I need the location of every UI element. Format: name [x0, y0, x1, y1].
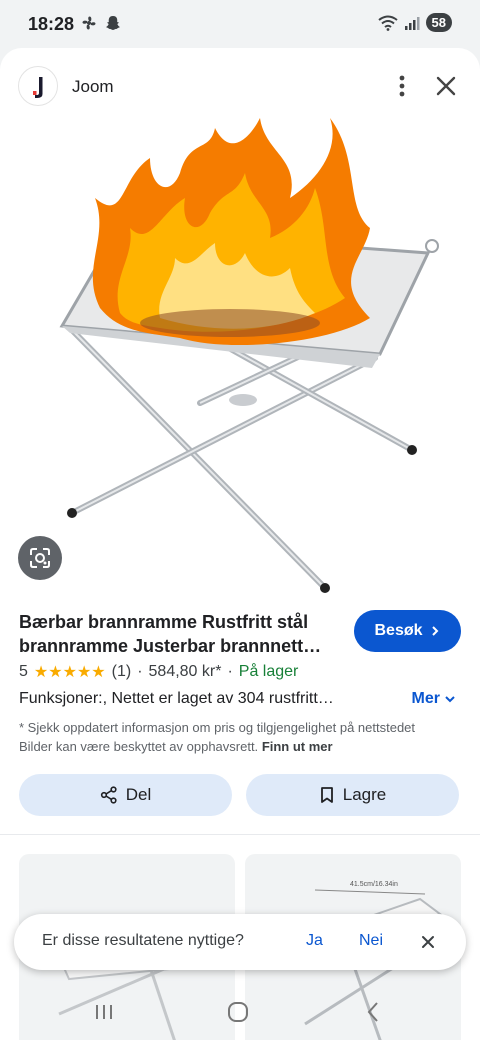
joom-logo-icon — [33, 77, 43, 98]
thumbnail-dimension-label: 41.5cm/16.34in — [350, 881, 398, 888]
product-sheet: Joom Bærbar brannramme Rustfritt stål br… — [0, 48, 480, 1040]
lens-icon — [30, 548, 50, 568]
site-name: Joom — [72, 77, 114, 96]
close-button[interactable] — [430, 70, 462, 102]
visit-button-label: Besøk — [374, 622, 423, 639]
share-button[interactable]: Del — [19, 774, 232, 816]
meta-separator: · — [227, 663, 233, 680]
meta-separator: · — [137, 663, 143, 680]
signal-icon — [404, 16, 420, 30]
chevron-right-icon — [431, 626, 438, 636]
feedback-no-button[interactable]: Nei — [359, 932, 383, 950]
system-nav-bar — [0, 986, 480, 1040]
close-icon — [436, 76, 456, 96]
visit-button[interactable]: Besøk — [354, 610, 461, 652]
recent-apps-icon[interactable] — [92, 1000, 116, 1024]
wifi-icon — [377, 15, 398, 31]
status-notification-icons — [80, 14, 122, 32]
feedback-close-button[interactable] — [414, 928, 442, 956]
product-features: Funksjoner:, Nettet er laget av 304 rust… — [19, 690, 334, 707]
status-time: 18:28 — [28, 14, 75, 34]
product-title[interactable]: Bærbar brannramme Rustfritt stål brannra… — [19, 610, 339, 658]
status-bar: 18:28 58 — [0, 0, 480, 48]
more-details-link[interactable]: Mer — [412, 690, 456, 708]
sheet-header: Joom — [18, 66, 462, 106]
share-button-label: Del — [125, 785, 152, 804]
review-count: (1) — [111, 663, 132, 680]
more-options-button[interactable] — [386, 70, 418, 102]
rating-stars: ★★★★★ — [33, 664, 106, 681]
more-details-label: Mer — [411, 690, 440, 707]
price: 584,80 kr* — [148, 663, 222, 680]
save-button[interactable]: Lagre — [246, 774, 459, 816]
home-icon[interactable] — [226, 1000, 250, 1024]
battery-indicator: 58 — [425, 13, 452, 32]
snapchat-icon — [106, 16, 120, 30]
product-image[interactable] — [0, 118, 480, 598]
section-divider — [0, 834, 480, 835]
share-icon — [100, 786, 117, 804]
learn-more-link[interactable]: Finn ut mer — [262, 739, 333, 754]
disclaimer-text: * Sjekk oppdatert informasjon om pris og… — [19, 720, 416, 754]
feedback-bar: Er disse resultatene nyttige? Ja Nei — [14, 914, 466, 970]
chevron-down-icon — [445, 696, 455, 703]
feedback-yes-button[interactable]: Ja — [306, 932, 323, 950]
site-logo — [18, 66, 58, 106]
fan-icon — [82, 16, 96, 30]
more-vert-icon — [399, 75, 405, 97]
save-button-label: Lagre — [342, 785, 387, 804]
close-icon — [422, 936, 434, 948]
google-lens-button[interactable] — [18, 536, 62, 580]
disclaimer: * Sjekk oppdatert informasjon om pris og… — [19, 718, 429, 756]
availability: På lager — [238, 663, 299, 680]
rating-value: 5 — [19, 663, 28, 680]
bookmark-icon — [320, 787, 333, 803]
feedback-question: Er disse resultatene nyttige? — [42, 932, 244, 949]
product-meta: 5 ★★★★★ (1) · 584,80 kr* · På lager — [19, 662, 298, 682]
status-system-icons: 58 — [377, 13, 452, 32]
back-icon[interactable] — [362, 1000, 386, 1024]
fire-pit-illustration — [59, 118, 439, 593]
